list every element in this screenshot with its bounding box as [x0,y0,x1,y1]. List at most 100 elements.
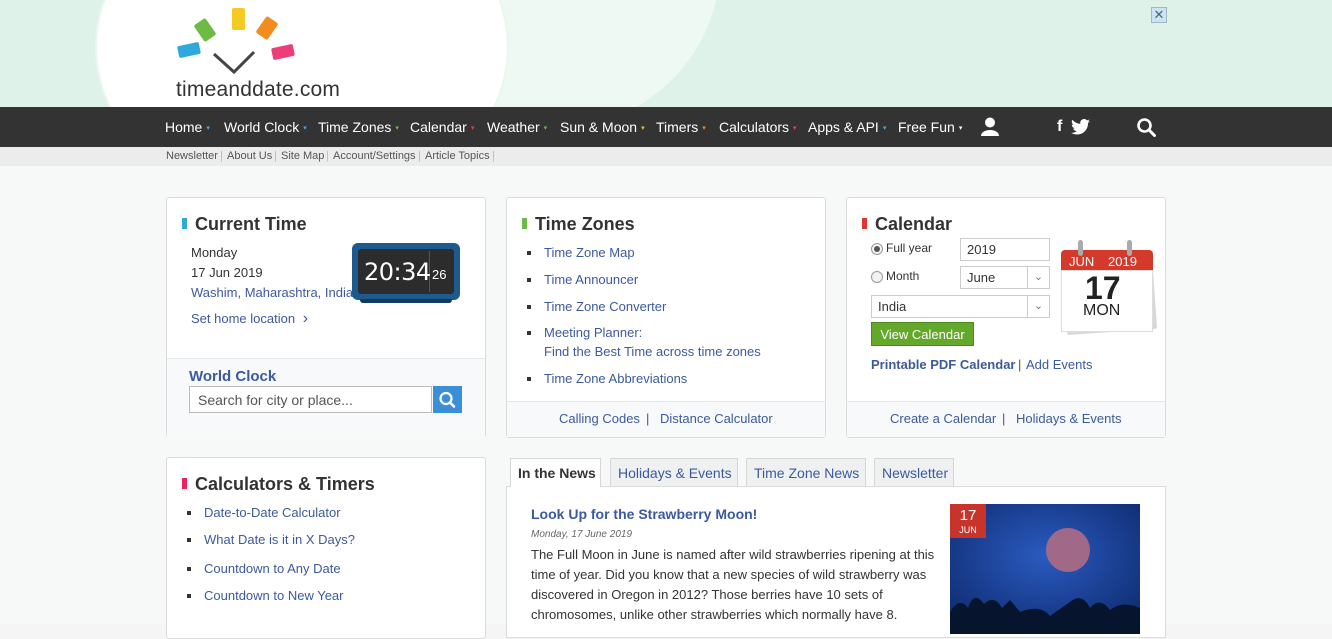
month-radio[interactable] [871,271,883,283]
distance-calculator-link[interactable]: Distance Calculator [660,411,773,426]
current-time-title: Current Time [195,214,307,234]
bullet-icon [527,251,531,255]
meeting-planner-link[interactable]: Meeting Planner: [544,325,642,340]
news-headline[interactable]: Look Up for the Strawberry Moon! [531,506,757,522]
sub-nav: Newsletter | About Us | Site Map | Accou… [0,147,1332,166]
nav-item-label: Calendar [410,119,467,135]
nav-item-weather[interactable]: Weather ▾ [487,107,547,147]
news-body-line: The Full Moon in June is named after wil… [531,547,935,562]
nav-item-free-fun[interactable]: Free Fun ▾ [898,107,962,147]
time-announcer-link[interactable]: Time Announcer [544,272,638,287]
subnav-newsletter[interactable]: Newsletter [166,150,218,162]
section-marker [182,478,187,489]
tab-in-the-news[interactable]: In the News [510,458,601,487]
holidays-events-link[interactable]: Holidays & Events [1016,411,1122,426]
link-separator: | [1018,357,1022,372]
nav-item-world-clock[interactable]: World Clock ▾ [224,107,307,147]
bullet-icon [187,511,191,515]
subnav-separator: | [492,150,495,162]
location-link[interactable]: Washim, Maharashtra, India [191,285,353,300]
section-marker [182,218,187,229]
chevron-down-icon: ▾ [793,125,797,132]
news-body-line: discovered in Oregon in 2012? Those berr… [531,587,883,602]
user-icon[interactable] [981,117,999,136]
chevron-down-icon: ▾ [206,125,210,132]
time-zones-heading: Time Zones [522,214,635,235]
chevron-down-icon: ▾ [303,125,307,132]
subnav-separator: | [418,150,421,162]
news-body-line: time of year. Did you know that a new sp… [531,567,927,582]
nav-item-timers[interactable]: Timers ▾ [656,107,706,147]
clock-seconds: 26 [432,267,447,282]
countdown-new-year-link[interactable]: Countdown to New Year [204,588,343,603]
time-zone-abbreviations-link[interactable]: Time Zone Abbreviations [544,371,687,386]
logo-wordmark: timeanddate.com [176,78,341,101]
logo[interactable]: timeanddate.com [176,6,356,101]
view-calendar-button[interactable]: View Calendar [871,322,974,346]
nav-item-calculators[interactable]: Calculators ▾ [719,107,797,147]
calendar-icon-month: JUN [1069,254,1095,269]
clock-stand [360,299,452,303]
nav-item-calendar[interactable]: Calendar ▾ [410,107,474,147]
search-icon[interactable] [1137,118,1156,137]
facebook-icon[interactable]: f [1057,107,1062,147]
search-icon [439,391,456,408]
bullet-icon [527,278,531,282]
date-to-date-link[interactable]: Date-to-Date Calculator [204,505,341,520]
main-nav: Home ▾ World Clock ▾ Time Zones ▾ Calendar ▾… [0,107,1332,147]
month-select-value: June [967,270,996,285]
badge-day: 17 [959,507,977,524]
add-events-link[interactable]: Add Events [1026,357,1093,372]
world-clock-title[interactable]: World Clock [189,368,276,385]
set-home-location-link[interactable]: Set home location › [191,310,308,328]
nav-item-apps-api[interactable]: Apps & API ▾ [808,107,886,147]
subnav-account-settings[interactable]: Account/Settings [333,150,416,162]
subnav-separator: | [220,150,223,162]
calculators-heading: Calculators & Timers [182,474,375,495]
nav-item-label: Weather [487,119,540,135]
month-select[interactable]: June ⌄ [960,266,1050,289]
countdown-any-date-link[interactable]: Countdown to Any Date [204,561,341,576]
printable-pdf-calendar-link[interactable]: Printable PDF Calendar [871,357,1015,372]
chevron-down-icon: ▾ [702,125,706,132]
create-calendar-link[interactable]: Create a Calendar [890,411,996,426]
world-clock-search-button[interactable] [433,386,462,413]
bullet-icon [527,377,531,381]
subnav-article-topics[interactable]: Article Topics [425,150,490,162]
what-date-link[interactable]: What Date is it in X Days? [204,532,355,547]
bullet-icon [187,538,191,542]
subnav-about-us[interactable]: About Us [227,150,272,162]
chevron-down-icon: ▾ [882,125,887,132]
news-date-badge: 17 JUN [950,504,986,538]
close-icon[interactable]: ✕ [1151,7,1167,23]
nav-item-label: Sun & Moon [560,119,638,135]
calendar-heading: Calendar [862,214,952,235]
twitter-icon[interactable] [1071,119,1090,135]
time-zone-map-link[interactable]: Time Zone Map [544,245,635,260]
clock-time: 20:34 [364,258,431,286]
news-body-line: chromosomes, unlike other strawberries w… [531,607,898,622]
nav-item-sun-moon[interactable]: Sun & Moon ▾ [560,107,645,147]
chevron-down-icon: ▾ [958,125,963,132]
full-year-label: Full year [886,241,933,255]
chevron-down-icon: ⌄ [1027,267,1049,288]
full-year-radio[interactable] [871,243,883,255]
chevron-down-icon: ▾ [395,125,399,132]
nav-item-home[interactable]: Home ▾ [165,107,210,147]
tab-time-zone-news[interactable]: Time Zone News [746,458,866,486]
nav-item-label: Calculators [719,119,790,135]
country-select[interactable]: India ⌄ [871,295,1050,318]
nav-item-time-zones[interactable]: Time Zones ▾ [318,107,399,147]
current-time-heading: Current Time [182,214,307,235]
bullet-icon [527,331,531,335]
world-clock-search-input[interactable] [189,386,432,413]
tab-newsletter[interactable]: Newsletter [874,458,954,486]
meeting-planner-sub-link[interactable]: Find the Best Time across time zones [544,344,761,359]
tab-holidays-events[interactable]: Holidays & Events [610,458,738,486]
nav-item-label: Timers [656,119,699,135]
year-input[interactable]: 2019 [960,238,1050,261]
news-date: Monday, 17 June 2019 [531,529,633,540]
subnav-site-map[interactable]: Site Map [281,150,324,162]
calling-codes-link[interactable]: Calling Codes [559,411,640,426]
time-zone-converter-link[interactable]: Time Zone Converter [544,299,666,314]
